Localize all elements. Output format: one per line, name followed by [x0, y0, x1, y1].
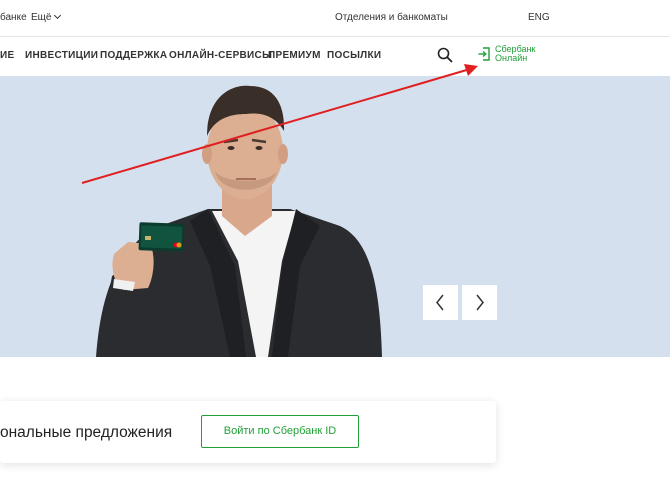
hero-photo: [96, 85, 382, 357]
nav-item-partial[interactable]: ИЕ: [0, 50, 14, 61]
nav-item-parcels[interactable]: ПОСЫЛКИ: [327, 50, 381, 61]
personal-offers-title: ональные предложения: [0, 424, 173, 441]
main-nav: ИЕ ИНВЕСТИЦИИ ПОДДЕРЖКА ОНЛАЙН-СЕРВИСЫ П…: [0, 37, 670, 75]
sberbank-online-line2: Онлайн: [495, 53, 528, 63]
search-icon[interactable]: [437, 47, 453, 63]
language-switch[interactable]: ENG: [528, 12, 550, 23]
about-bank-link[interactable]: банке: [0, 12, 27, 23]
personal-offers-panel: ональные предложения Войти по Сбербанк I…: [0, 401, 496, 463]
chevron-left-icon: [436, 294, 444, 311]
nav-item-investments[interactable]: ИНВЕСТИЦИИ: [25, 50, 98, 61]
top-utility-bar: банке Ещё Отделения и банкоматы ENG: [0, 0, 670, 37]
nav-item-support[interactable]: ПОДДЕРЖКА: [100, 50, 167, 61]
nav-item-online-services[interactable]: ОНЛАЙН-СЕРВИСЫ: [169, 50, 272, 61]
nav-item-premium[interactable]: ПРЕМИУМ: [268, 50, 321, 61]
chevron-down-icon: [54, 11, 62, 20]
chevron-right-icon: [476, 294, 484, 311]
branches-atms-link[interactable]: Отделения и банкоматы: [335, 12, 448, 23]
more-label: Ещё: [31, 12, 52, 23]
hero-banner: [0, 76, 670, 357]
login-icon: [478, 47, 490, 61]
sberbank-online-label: Сбербанк Онлайн: [495, 45, 535, 63]
carousel-prev-button[interactable]: [423, 285, 458, 320]
sberbank-id-login-button[interactable]: Войти по Сбербанк ID: [201, 415, 359, 448]
more-menu[interactable]: Ещё: [31, 11, 62, 23]
carousel-next-button[interactable]: [462, 285, 497, 320]
